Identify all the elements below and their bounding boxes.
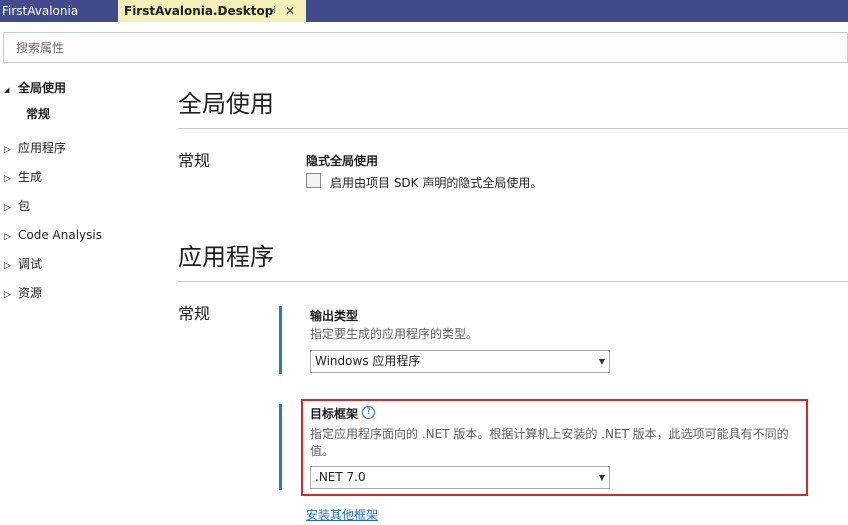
- output-type-dropdown[interactable]: Windows 应用程序 ▼: [310, 350, 610, 373]
- output-type-value: Windows 应用程序: [315, 354, 421, 368]
- sidebar-item-debug[interactable]: ▷ 调试: [0, 253, 42, 275]
- setting-label-output-type: 输出类型: [310, 309, 359, 323]
- tab-firstavalonia[interactable]: FirstAvalonia: [0, 0, 118, 22]
- collapsed-triangle-icon[interactable]: ▷: [0, 139, 18, 161]
- expanded-triangle-icon[interactable]: ◢: [0, 79, 18, 101]
- sidebar-item-label: Code Analysis: [18, 228, 102, 242]
- collapsed-triangle-icon[interactable]: ▷: [0, 168, 18, 190]
- sidebar-item-label: 资源: [18, 286, 43, 300]
- group-title-general: 常规: [178, 304, 211, 323]
- sidebar-item-label: 包: [18, 199, 31, 213]
- collapsed-triangle-icon[interactable]: ▷: [0, 255, 18, 277]
- sidebar-item-resources[interactable]: ▷ 资源: [0, 282, 42, 304]
- implicit-usings-checkbox[interactable]: [306, 173, 321, 188]
- sidebar-item-application[interactable]: ▷ 应用程序: [0, 137, 66, 159]
- pin-icon[interactable]: ⊣: [267, 0, 276, 22]
- setting-accent-bar: [279, 404, 282, 490]
- sidebar-item-global-usings[interactable]: ◢ 全局使用: [0, 77, 66, 99]
- group-title-general: 常规: [178, 151, 211, 170]
- sidebar-subitem-general[interactable]: 常规: [26, 103, 50, 125]
- collapsed-triangle-icon[interactable]: ▷: [0, 284, 18, 306]
- close-icon[interactable]: ✕: [285, 0, 295, 22]
- document-tab-strip: FirstAvalonia FirstAvalonia.Desktop ⊣ ✕: [0, 0, 848, 22]
- section-divider: [178, 128, 848, 129]
- collapsed-triangle-icon[interactable]: ▷: [0, 197, 18, 219]
- collapsed-triangle-icon[interactable]: ▷: [0, 226, 18, 248]
- tab-title: FirstAvalonia.Desktop: [124, 4, 274, 18]
- sidebar-item-label: 调试: [18, 257, 43, 271]
- section-title-global-usings: 全局使用: [178, 90, 274, 118]
- sidebar-item-code-analysis[interactable]: ▷ Code Analysis: [0, 224, 102, 246]
- search-input[interactable]: [4, 33, 847, 62]
- sidebar-item-build[interactable]: ▷ 生成: [0, 166, 42, 188]
- search-box: [3, 32, 848, 63]
- sidebar-item-label: 全局使用: [18, 81, 67, 95]
- setting-label-implicit-usings: 隐式全局使用: [306, 154, 379, 168]
- highlight-box: [301, 399, 808, 496]
- sidebar-item-label: 应用程序: [18, 141, 67, 155]
- dropdown-arrow-icon: ▼: [598, 357, 605, 366]
- section-divider: [178, 281, 848, 282]
- sidebar-item-package[interactable]: ▷ 包: [0, 195, 30, 217]
- implicit-usings-checkbox-label[interactable]: 启用由项目 SDK 声明的隐式全局使用。: [330, 174, 542, 191]
- setting-accent-bar: [279, 306, 282, 374]
- tab-firstavalonia-desktop[interactable]: FirstAvalonia.Desktop ⊣ ✕: [118, 0, 306, 22]
- setting-description-output-type: 指定要生成的应用程序的类型。: [310, 327, 479, 341]
- sidebar-item-label: 生成: [18, 170, 43, 184]
- section-title-application: 应用程序: [178, 243, 274, 271]
- install-other-frameworks-link[interactable]: 安装其他框架: [306, 506, 378, 523]
